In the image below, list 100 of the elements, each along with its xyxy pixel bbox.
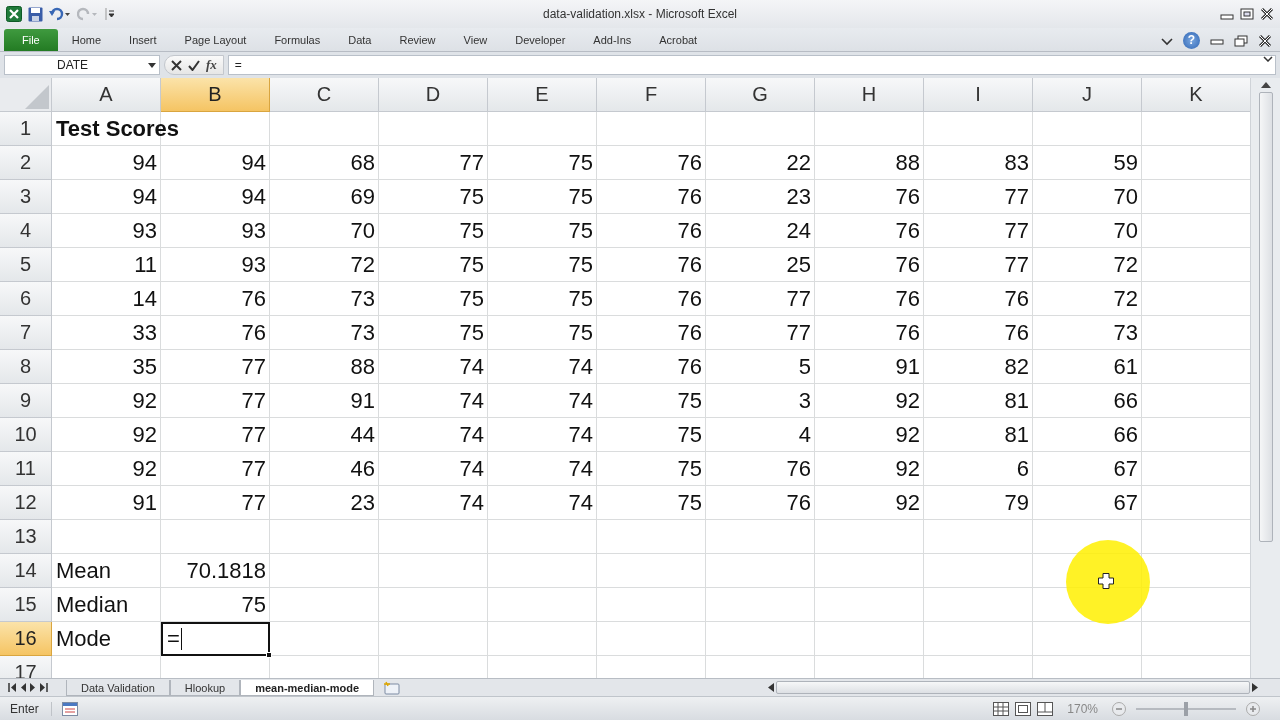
table-cell[interactable]: 92: [815, 486, 924, 520]
row-header[interactable]: 3: [0, 180, 52, 214]
scroll-left-icon[interactable]: [768, 683, 774, 692]
table-cell[interactable]: 76: [597, 350, 706, 384]
table-cell[interactable]: 75: [379, 214, 488, 248]
column-header[interactable]: F: [597, 78, 706, 112]
table-cell[interactable]: 67: [1033, 486, 1142, 520]
table-cell[interactable]: 88: [270, 350, 379, 384]
table-cell[interactable]: 3: [706, 384, 815, 418]
zoom-slider-thumb[interactable]: [1184, 701, 1188, 716]
table-cell[interactable]: 77: [161, 384, 270, 418]
table-cell[interactable]: 76: [815, 282, 924, 316]
table-cell[interactable]: Test Scores: [52, 112, 270, 146]
row-header[interactable]: 4: [0, 214, 52, 248]
row-header[interactable]: 12: [0, 486, 52, 520]
table-cell[interactable]: 23: [270, 486, 379, 520]
name-box[interactable]: DATE: [4, 55, 160, 75]
table-cell[interactable]: 59: [1033, 146, 1142, 180]
sheet-tab[interactable]: Data Validation: [66, 679, 170, 696]
table-cell[interactable]: 74: [379, 384, 488, 418]
table-cell[interactable]: 75: [379, 316, 488, 350]
formula-field[interactable]: =: [227, 55, 1276, 75]
table-cell[interactable]: 77: [161, 350, 270, 384]
table-cell[interactable]: 77: [161, 452, 270, 486]
row-header[interactable]: 13: [0, 520, 52, 554]
active-cell[interactable]: =: [161, 622, 270, 656]
table-cell[interactable]: 76: [815, 180, 924, 214]
table-cell[interactable]: 70: [1033, 214, 1142, 248]
table-cell[interactable]: Mean: [52, 554, 161, 588]
ribbon-tab[interactable]: Review: [385, 29, 450, 51]
table-cell[interactable]: 75: [161, 588, 270, 622]
row-header[interactable]: 16: [0, 622, 52, 656]
table-cell[interactable]: 75: [597, 418, 706, 452]
table-cell[interactable]: 79: [924, 486, 1033, 520]
table-cell[interactable]: 94: [52, 146, 161, 180]
table-cell[interactable]: 76: [597, 316, 706, 350]
ribbon-tab[interactable]: View: [449, 29, 502, 51]
table-cell[interactable]: 74: [379, 486, 488, 520]
table-cell[interactable]: 70: [1033, 180, 1142, 214]
ribbon-tab[interactable]: Add-Ins: [579, 29, 646, 51]
ribbon-tab[interactable]: Page Layout: [170, 29, 261, 51]
table-cell[interactable]: 77: [924, 248, 1033, 282]
table-cell[interactable]: 61: [1033, 350, 1142, 384]
table-cell[interactable]: 75: [379, 248, 488, 282]
table-cell[interactable]: 94: [161, 180, 270, 214]
table-cell[interactable]: 70: [270, 214, 379, 248]
table-cell[interactable]: 93: [161, 248, 270, 282]
ribbon-tab[interactable]: Home: [57, 29, 116, 51]
previous-sheet-icon[interactable]: [20, 683, 26, 692]
table-cell[interactable]: 74: [379, 350, 488, 384]
table-cell[interactable]: 75: [488, 316, 597, 350]
table-cell[interactable]: 81: [924, 384, 1033, 418]
row-header[interactable]: 5: [0, 248, 52, 282]
table-cell[interactable]: 76: [815, 214, 924, 248]
column-header[interactable]: J: [1033, 78, 1142, 112]
column-header[interactable]: K: [1142, 78, 1250, 112]
table-cell[interactable]: 75: [597, 452, 706, 486]
table-cell[interactable]: 70.1818: [161, 554, 270, 588]
file-button[interactable]: File: [4, 29, 58, 51]
row-header[interactable]: 10: [0, 418, 52, 452]
table-cell[interactable]: 68: [270, 146, 379, 180]
table-cell[interactable]: 74: [488, 486, 597, 520]
scroll-right-icon[interactable]: [1252, 683, 1258, 692]
table-cell[interactable]: 73: [270, 282, 379, 316]
table-cell[interactable]: 76: [706, 486, 815, 520]
row-header[interactable]: 14: [0, 554, 52, 588]
sheet-tab[interactable]: mean-median-mode: [240, 679, 375, 696]
table-cell[interactable]: 74: [488, 418, 597, 452]
expand-caret-icon[interactable]: [1263, 56, 1273, 62]
table-cell[interactable]: 75: [488, 146, 597, 180]
table-cell[interactable]: 67: [1033, 452, 1142, 486]
table-cell[interactable]: 76: [815, 248, 924, 282]
table-cell[interactable]: 93: [161, 214, 270, 248]
table-cell[interactable]: 76: [161, 282, 270, 316]
table-cell[interactable]: 76: [815, 316, 924, 350]
next-sheet-icon[interactable]: [30, 683, 36, 692]
normal-view-icon[interactable]: [993, 701, 1010, 716]
enter-check-icon[interactable]: [188, 59, 200, 71]
row-header[interactable]: 15: [0, 588, 52, 622]
table-cell[interactable]: 75: [379, 180, 488, 214]
restore-icon[interactable]: [1234, 34, 1248, 47]
table-cell[interactable]: 88: [815, 146, 924, 180]
table-cell[interactable]: 11: [52, 248, 161, 282]
table-cell[interactable]: 82: [924, 350, 1033, 384]
insert-function-button[interactable]: fx: [206, 57, 217, 73]
table-cell[interactable]: 69: [270, 180, 379, 214]
table-cell[interactable]: 77: [706, 282, 815, 316]
table-cell[interactable]: 74: [488, 452, 597, 486]
table-cell[interactable]: 22: [706, 146, 815, 180]
table-cell[interactable]: 72: [270, 248, 379, 282]
column-header[interactable]: C: [270, 78, 379, 112]
column-header[interactable]: H: [815, 78, 924, 112]
table-cell[interactable]: 76: [924, 282, 1033, 316]
table-cell[interactable]: 75: [597, 384, 706, 418]
scrollbar-thumb[interactable]: [776, 681, 1250, 694]
table-cell[interactable]: 77: [706, 316, 815, 350]
cancel-icon[interactable]: [171, 59, 182, 71]
close-icon[interactable]: [1258, 34, 1272, 47]
table-cell[interactable]: 92: [815, 418, 924, 452]
table-cell[interactable]: 35: [52, 350, 161, 384]
